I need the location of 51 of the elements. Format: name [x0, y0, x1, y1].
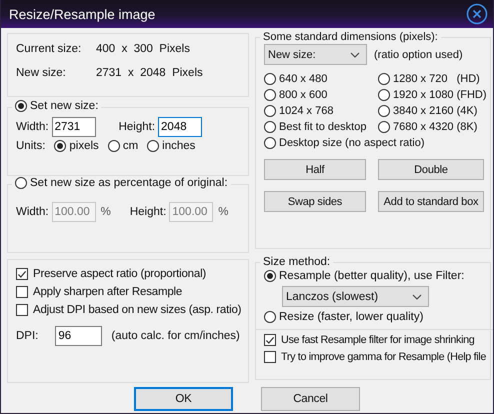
chevron-icon	[412, 294, 422, 300]
dialog-button[interactable]: OK	[134, 387, 233, 411]
dialog-button[interactable]: Cancel	[261, 387, 360, 411]
dpi-field[interactable]: 96	[55, 326, 102, 346]
percent-sign: %	[100, 206, 111, 218]
width-label: Width:	[16, 121, 49, 133]
size-dropdown[interactable]: New size:	[264, 44, 367, 65]
radio-option[interactable]: 800 x 600	[264, 89, 378, 101]
new-size-value: 2731 x 2048 Pixels	[96, 67, 203, 79]
radio-option[interactable]: 1024 x 768	[264, 105, 378, 117]
checkbox-option[interactable]: Try to improve gamma for Resample (Help file	[264, 351, 490, 363]
width-label: Width:	[16, 206, 49, 218]
new-size-label: New size:	[16, 67, 67, 79]
radio-option[interactable]: pixels	[54, 140, 99, 152]
window-title: Resize/Resample image	[9, 6, 156, 22]
group-title: Some standard dimensions (pixels):	[263, 31, 438, 43]
group-title: Size method:	[263, 256, 330, 268]
radio-option[interactable]: Resample (better quality), use Filter:	[264, 270, 490, 282]
checkbox-option[interactable]: Use fast Resample filter for image shrinking	[264, 334, 490, 346]
height-field[interactable]: 2048	[158, 117, 202, 137]
filter-dropdown[interactable]: Lanczos (slowest)	[282, 286, 429, 307]
action-button[interactable]: Double	[378, 159, 484, 180]
action-button[interactable]: Add to standard box	[378, 191, 484, 212]
height-label: Height:	[118, 121, 156, 133]
action-button[interactable]: Half	[264, 159, 366, 180]
current-size-label: Current size:	[16, 43, 82, 55]
width-field[interactable]: 2731	[52, 117, 96, 137]
units-label: Units:	[16, 140, 46, 152]
radio-option[interactable]: 1920 x 1080 (FHD)	[378, 89, 487, 101]
radio-option[interactable]: 7680 x 4320 (8K)	[378, 121, 487, 133]
radio-option[interactable]: 1280 x 720 (HD)	[378, 73, 487, 85]
radio-option[interactable]: 3840 x 2160 (4K)	[378, 105, 487, 117]
chevron-icon	[350, 52, 360, 58]
percent-sign: %	[218, 206, 228, 218]
radio-option[interactable]: inches	[147, 140, 196, 152]
checkbox-option[interactable]: Adjust DPI based on new sizes (asp. ratio)	[16, 304, 240, 316]
checkbox-option[interactable]: Preserve aspect ratio (proportional)	[16, 268, 240, 280]
radio-option[interactable]: Resize (faster, lower quality)	[264, 311, 490, 323]
dpi-label: DPI:	[16, 330, 38, 342]
radio-option[interactable]: cm	[108, 140, 138, 152]
height-label: Height:	[130, 206, 166, 218]
checkbox-option[interactable]: Apply sharpen after Resample	[16, 286, 240, 298]
ratio-note: (ratio option used)	[374, 48, 463, 60]
radio-option[interactable]: 640 x 480	[264, 73, 378, 85]
radio-option[interactable]: Set new size:	[15, 100, 98, 112]
radio-option[interactable]: Best fit to desktop	[264, 121, 378, 133]
current-size-value: 400 x 300 Pixels	[96, 43, 190, 55]
radio-option[interactable]: Desktop size (no aspect ratio)	[264, 137, 487, 149]
action-button[interactable]: Swap sides	[264, 191, 366, 212]
dpi-note: (auto calc. for cm/inches)	[111, 330, 240, 342]
close-icon[interactable]	[466, 3, 488, 25]
